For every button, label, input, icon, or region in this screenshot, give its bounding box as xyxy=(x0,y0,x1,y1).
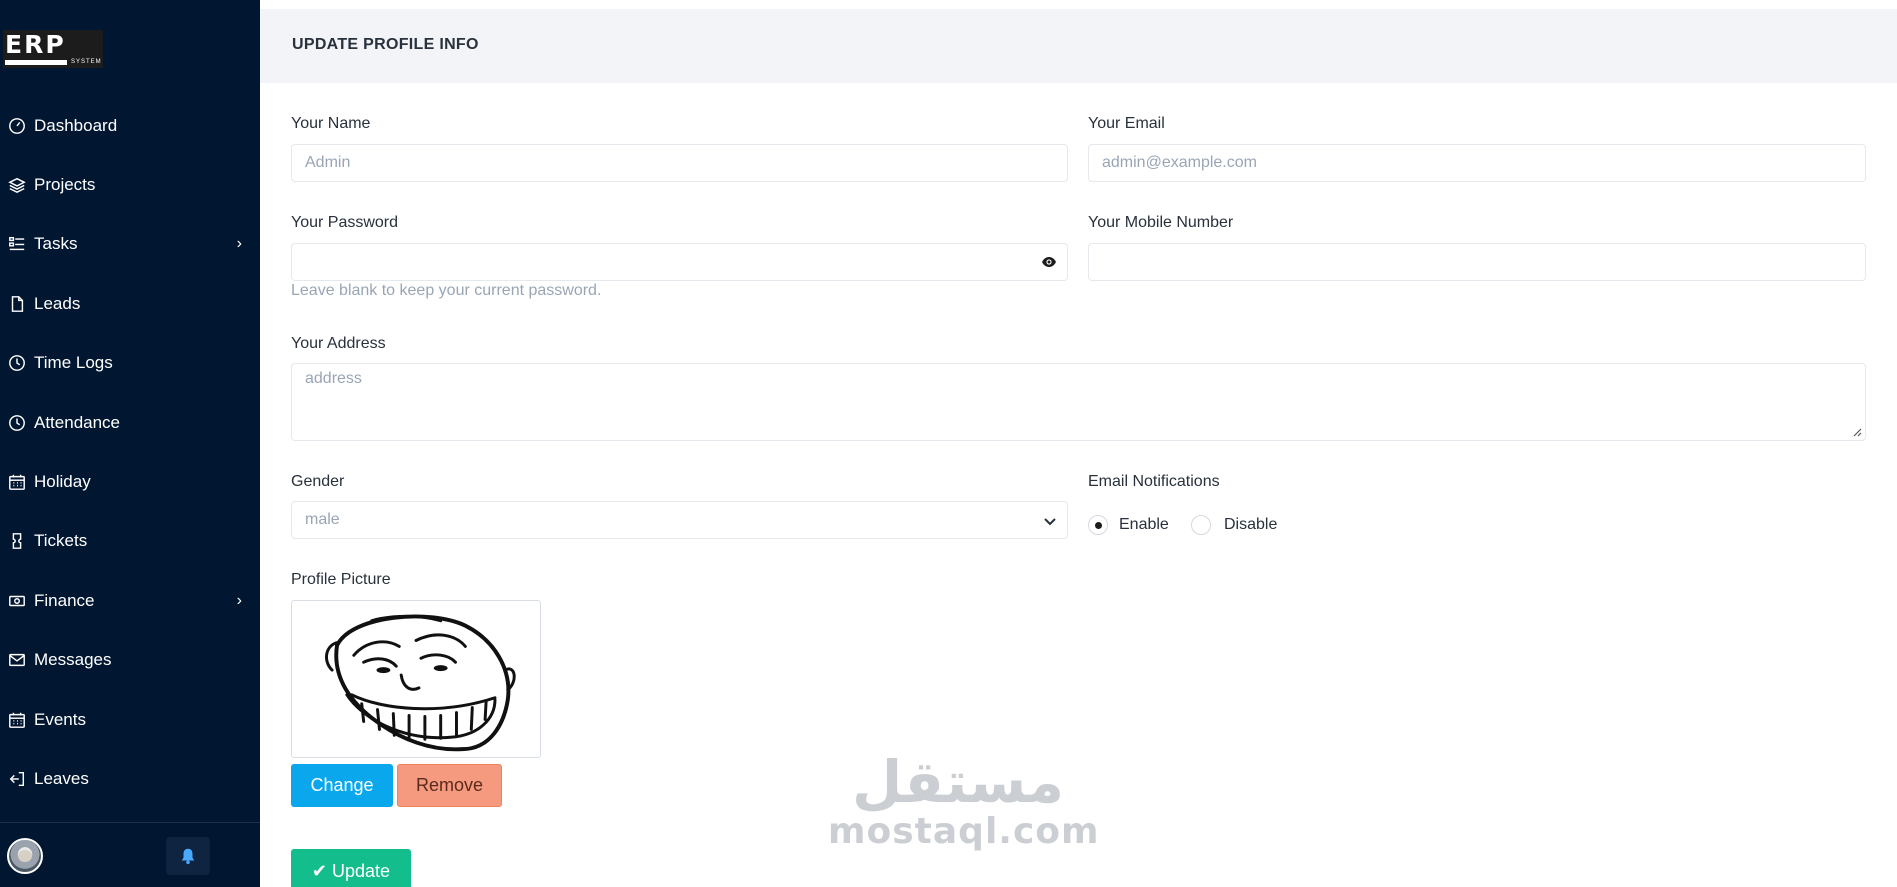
task-list-icon xyxy=(6,233,28,255)
sidebar-item-label: Messages xyxy=(34,650,112,670)
profile-picture-label: Profile Picture xyxy=(291,571,391,588)
logout-icon xyxy=(6,768,28,790)
sidebar-item-dashboard[interactable]: Dashboard xyxy=(0,96,260,155)
email-input[interactable]: admin@example.com xyxy=(1088,144,1866,182)
mobile-label: Your Mobile Number xyxy=(1088,214,1234,231)
chevron-down-icon xyxy=(1044,518,1056,526)
password-help-text: Leave blank to keep your current passwor… xyxy=(291,282,602,299)
sidebar-item-label: Leads xyxy=(34,293,81,313)
address-placeholder: address xyxy=(305,370,362,387)
gender-select[interactable]: male xyxy=(291,501,1068,539)
notifications-enable-radio[interactable] xyxy=(1088,515,1108,535)
layers-icon xyxy=(6,174,28,196)
notifications-enable-label: Enable xyxy=(1119,516,1169,533)
resize-grip-icon[interactable] xyxy=(1852,427,1862,437)
eye-icon[interactable] xyxy=(1041,255,1057,269)
cash-icon xyxy=(6,590,28,612)
erp-logo[interactable]: ERP SYSTEM xyxy=(3,30,103,68)
name-input-value: Admin xyxy=(305,154,351,171)
password-input[interactable] xyxy=(291,243,1068,281)
sidebar-item-tasks[interactable]: Tasks › xyxy=(0,215,260,274)
avatar-face xyxy=(18,850,32,862)
clock-icon xyxy=(6,352,28,374)
page-header xyxy=(260,9,1897,83)
name-label: Your Name xyxy=(291,115,371,132)
sidebar-item-holiday[interactable]: Holiday xyxy=(0,452,260,511)
email-notifications-label: Email Notifications xyxy=(1088,473,1220,490)
sidebar-item-messages[interactable]: Messages xyxy=(0,631,260,690)
sidebar-item-label: Time Logs xyxy=(34,353,113,373)
email-input-value: admin@example.com xyxy=(1102,154,1257,171)
sidebar-item-label: Tickets xyxy=(34,531,88,551)
remove-picture-button[interactable]: Remove xyxy=(397,764,502,807)
update-button-label: Update xyxy=(332,860,391,881)
sidebar-item-label: Attendance xyxy=(34,412,121,432)
sidebar-item-events[interactable]: Events xyxy=(0,690,260,749)
notifications-button[interactable] xyxy=(166,837,210,875)
dashboard-gauge-icon xyxy=(6,115,28,137)
sidebar-item-label: Projects xyxy=(34,175,96,195)
check-icon: ✔ xyxy=(311,860,328,881)
notifications-disable-radio[interactable] xyxy=(1191,515,1211,535)
notifications-disable-label: Disable xyxy=(1224,516,1278,533)
logo-text: ERP xyxy=(5,30,66,59)
mobile-input[interactable] xyxy=(1088,243,1866,281)
sidebar-item-projects[interactable]: Projects xyxy=(0,155,260,214)
sidebar-item-label: Holiday xyxy=(34,472,91,492)
chevron-right-icon: › xyxy=(236,591,242,609)
sidebar-item-label: Events xyxy=(34,709,86,729)
avatar[interactable] xyxy=(7,838,43,874)
watermark: مستقل mostaql.com xyxy=(828,748,1100,852)
logo-underline xyxy=(5,60,67,65)
envelope-icon xyxy=(6,649,28,671)
sidebar-item-label: Finance xyxy=(34,590,95,610)
sidebar-footer xyxy=(0,822,260,887)
sidebar-item-label: Leaves xyxy=(34,768,89,788)
document-icon xyxy=(6,293,28,315)
sidebar-item-leaves[interactable]: Leaves xyxy=(0,749,260,808)
ticket-icon xyxy=(6,530,28,552)
sidebar-item-finance[interactable]: Finance › xyxy=(0,571,260,630)
change-picture-button[interactable]: Change xyxy=(291,764,393,807)
bell-icon xyxy=(181,848,195,865)
profile-picture-preview xyxy=(291,600,541,758)
sidebar-item-label: Dashboard xyxy=(34,115,118,135)
sidebar-item-leads[interactable]: Leads xyxy=(0,274,260,333)
watermark-latin: mostaql.com xyxy=(828,811,1100,852)
sidebar-item-label: Tasks xyxy=(34,234,78,254)
email-label: Your Email xyxy=(1088,115,1165,132)
password-label: Your Password xyxy=(291,214,399,231)
calendar-icon xyxy=(6,709,28,731)
main-content: UPDATE PROFILE INFO Your Name Admin Your… xyxy=(260,0,1897,887)
chevron-right-icon: › xyxy=(236,235,242,253)
logo-subtext: SYSTEM xyxy=(71,59,102,65)
gender-selected-value: male xyxy=(305,511,340,528)
address-label: Your Address xyxy=(291,335,386,352)
sidebar-item-attendance[interactable]: Attendance xyxy=(0,393,260,452)
address-textarea[interactable]: address xyxy=(291,363,1866,441)
name-input[interactable]: Admin xyxy=(291,144,1068,182)
calendar-icon xyxy=(6,471,28,493)
page-title: UPDATE PROFILE INFO xyxy=(292,36,479,53)
troll-face-image xyxy=(325,614,516,752)
clock-icon xyxy=(6,412,28,434)
sidebar-nav: Dashboard Projects Tasks › Leads Time Lo… xyxy=(0,96,260,809)
gender-label: Gender xyxy=(291,473,345,490)
update-button[interactable]: ✔ Update xyxy=(291,849,411,887)
sidebar-item-tickets[interactable]: Tickets xyxy=(0,512,260,571)
sidebar: ERP SYSTEM Dashboard Projects Tasks › Le… xyxy=(0,0,260,887)
watermark-arabic: مستقل xyxy=(851,748,1065,816)
sidebar-item-time-logs[interactable]: Time Logs xyxy=(0,334,260,393)
